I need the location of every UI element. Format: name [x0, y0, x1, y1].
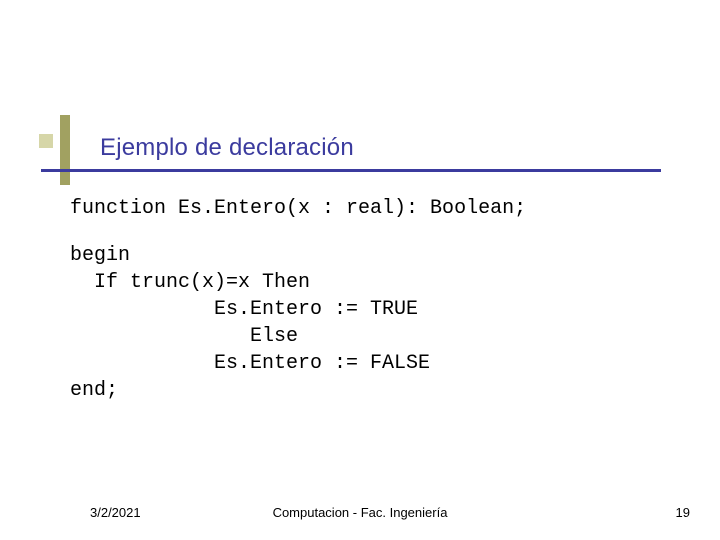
accent-square	[39, 134, 53, 148]
code-block: function Es.Entero(x : real): Boolean; b…	[70, 195, 670, 404]
accent-bar-vertical	[60, 115, 70, 185]
code-line: If trunc(x)=x Then	[70, 269, 670, 296]
code-line: Es.Entero := FALSE	[70, 350, 670, 377]
code-line: Else	[70, 323, 670, 350]
blank-line	[70, 222, 670, 242]
code-line: end;	[70, 377, 670, 404]
footer-page-number: 19	[676, 505, 690, 520]
code-line: begin	[70, 242, 670, 269]
code-line: function Es.Entero(x : real): Boolean;	[70, 195, 670, 222]
code-line: Es.Entero := TRUE	[70, 296, 670, 323]
footer-center: Computacion - Fac. Ingeniería	[0, 505, 720, 520]
slide-title: Ejemplo de declaración	[100, 134, 354, 162]
slide: Ejemplo de declaración function Es.Enter…	[0, 0, 720, 540]
title-underline	[41, 169, 661, 172]
